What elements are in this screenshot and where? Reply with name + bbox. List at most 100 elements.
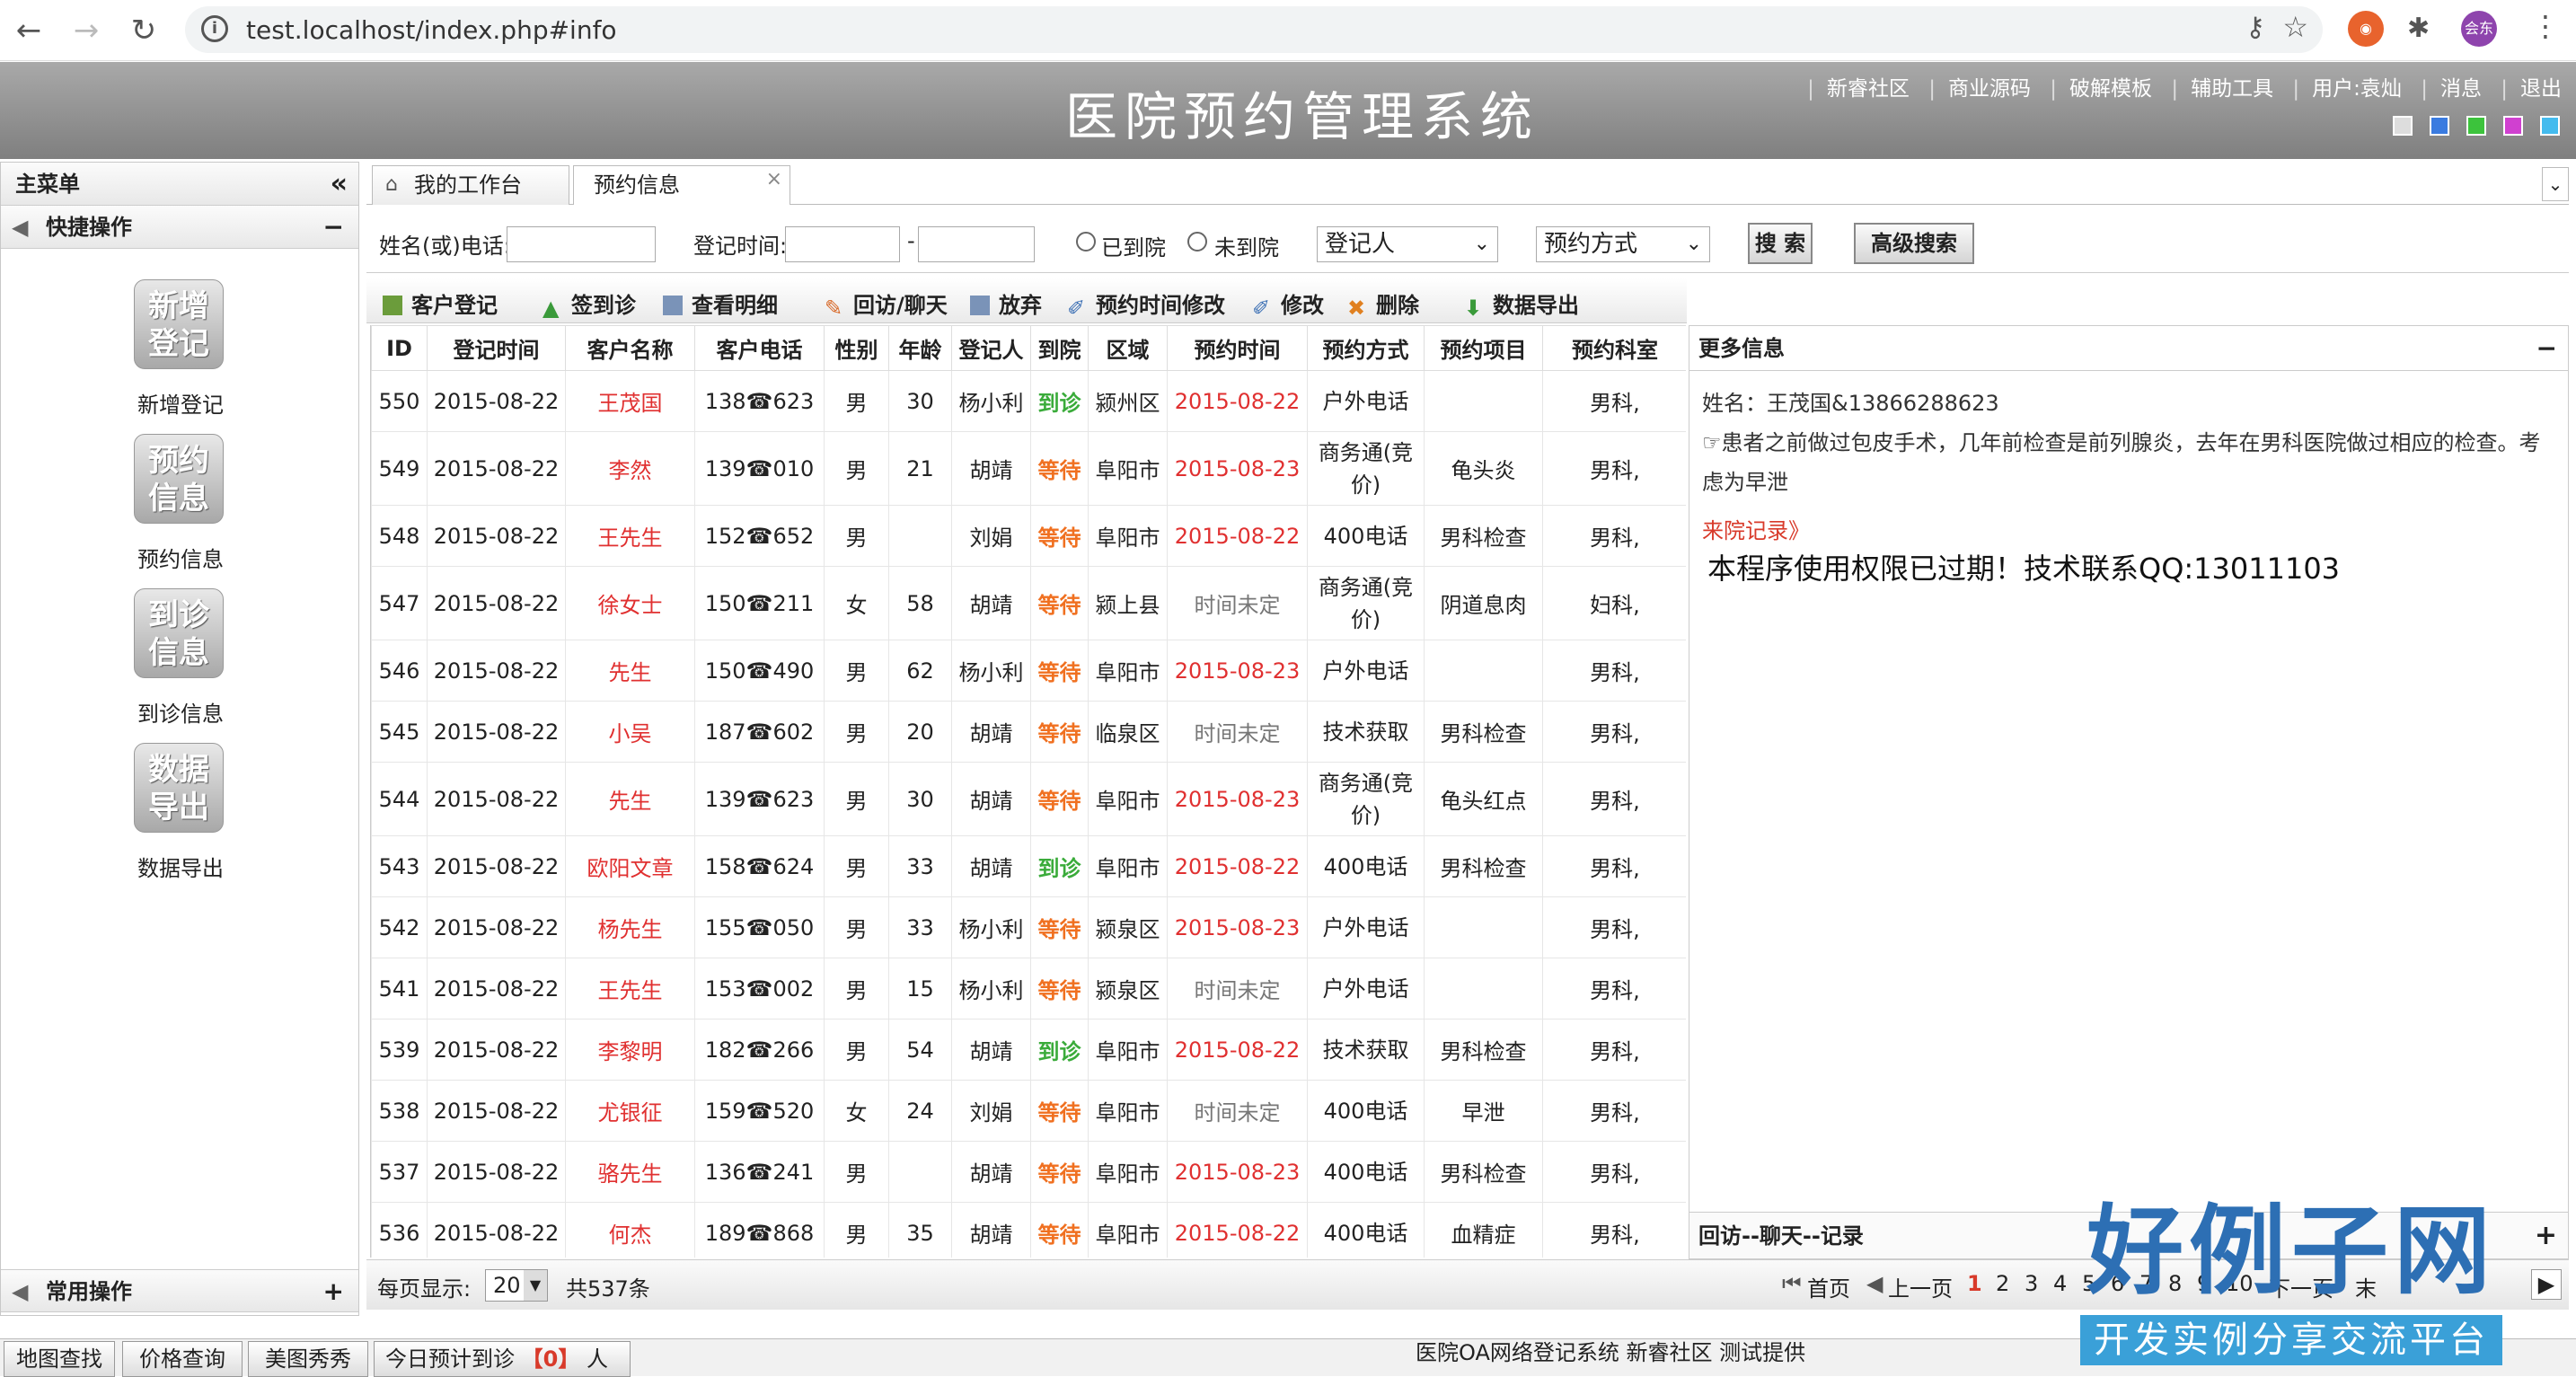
tab-appointment-info[interactable]: 预约信息 × <box>573 165 790 205</box>
table-row[interactable]: 548 2015-08-22 王先生 152☎652 男刘娟 等待 阜阳市 2015-08-2… <box>371 505 1686 567</box>
delete-action[interactable]: ✖ 删除 <box>1347 287 1419 321</box>
prev-page-icon[interactable]: ◀ <box>1866 1271 1883 1296</box>
table-row[interactable]: 541 2015-08-22 王先生 153☎002 男 15 杨小利 等待 颍泉区 时间未定 户外… <box>371 958 1686 1020</box>
table-row[interactable]: 549 2015-08-22 李然 139☎010 男 21 胡靖 等待 阜阳市 2015-08-… <box>371 431 1686 506</box>
follow-up-action[interactable]: ✎ 回访/聊天 <box>825 287 948 321</box>
menu-icon[interactable]: ⋮ <box>2531 9 2560 43</box>
table-row[interactable]: 550 2015-08-22 王茂国 138☎623 男 30 杨小利 到诊 颍州区 2015-0… <box>371 370 1686 432</box>
abandon-action[interactable]: 放弃 <box>970 287 1042 319</box>
avatar[interactable]: 会东 <box>2461 11 2497 47</box>
extension-icon[interactable]: ◉ <box>2348 11 2384 47</box>
prev-page-link[interactable]: 上一页 <box>1888 1271 1953 1302</box>
first-page-icon[interactable]: ⏮ <box>1782 1271 1802 1296</box>
page-2[interactable]: 2 <box>1996 1271 2009 1296</box>
check-in-action[interactable]: ▲ 签到诊 <box>543 287 636 321</box>
col-registrar[interactable]: 登记人 <box>951 325 1031 371</box>
common-ops-header[interactable]: ◀ 常用操作 + <box>1 1269 358 1312</box>
data-export-label[interactable]: 数据导出 <box>91 851 270 882</box>
col-region[interactable]: 区域 <box>1088 325 1168 371</box>
customer-register-action[interactable]: 客户登记 <box>383 287 498 319</box>
skin-purple[interactable] <box>2502 116 2523 136</box>
col-id[interactable]: ID <box>371 325 428 371</box>
table-row[interactable]: 536 2015-08-22 何杰 189☎868 男 35 胡靖 等待 阜阳市 2015-08-… <box>371 1202 1686 1258</box>
back-icon[interactable]: ← <box>7 9 50 52</box>
price-query-tab[interactable]: 价格查询 <box>122 1341 243 1377</box>
page-1[interactable]: 1 <box>1967 1271 1982 1296</box>
col-appt-time[interactable]: 预约时间 <box>1167 325 1308 371</box>
minus-icon[interactable]: − <box>323 206 344 249</box>
nav-source[interactable]: 商业源码 <box>1948 77 2031 101</box>
bookmark-star-icon[interactable]: ☆ <box>2282 10 2308 44</box>
site-info-icon[interactable]: i <box>201 15 228 42</box>
minus-icon[interactable]: − <box>2536 326 2557 371</box>
modify-action[interactable]: ✐ 修改 <box>1252 287 1324 321</box>
first-page-link[interactable]: 首页 <box>1807 1271 1850 1302</box>
meitu-tab[interactable]: 美图秀秀 <box>248 1341 368 1377</box>
visit-record-link[interactable]: 来院记录》 <box>1689 511 2568 551</box>
quick-ops-header[interactable]: ◀ 快捷操作 − <box>1 206 358 249</box>
nav-logout[interactable]: 退出 <box>2520 77 2562 101</box>
nav-community[interactable]: 新睿社区 <box>1827 77 1910 101</box>
reg-time-start-input[interactable] <box>785 226 900 262</box>
nav-messages[interactable]: 消息 <box>2440 77 2482 101</box>
arrival-info-button[interactable]: 到诊 信息 <box>134 588 224 678</box>
address-bar[interactable]: i test.localhost/index.php#info ⚷ ☆ <box>185 6 2323 53</box>
chevron-down-icon[interactable]: ⌄ <box>2542 167 2569 201</box>
skin-gray[interactable] <box>2392 116 2413 136</box>
appointment-info-label[interactable]: 预约信息 <box>91 542 270 573</box>
arrival-info-label[interactable]: 到诊信息 <box>91 696 270 728</box>
skin-green[interactable] <box>2466 116 2486 136</box>
table-row[interactable]: 542 2015-08-22 杨先生 155☎050 男 33 杨小利 等待 颍泉区 2015-0… <box>371 896 1686 958</box>
table-row[interactable]: 544 2015-08-22 先生 139☎623 男 30 胡靖 等待 阜阳市 2015-08-… <box>371 762 1686 836</box>
key-icon[interactable]: ⚷ <box>2245 12 2265 43</box>
reload-icon[interactable]: ↻ <box>122 9 165 52</box>
page-3[interactable]: 3 <box>2025 1271 2038 1296</box>
reg-time-end-input[interactable] <box>918 226 1035 262</box>
col-dept[interactable]: 预约科室 <box>1542 325 1686 371</box>
col-reg-time[interactable]: 登记时间 <box>427 325 566 371</box>
name-phone-input[interactable] <box>507 226 656 262</box>
table-row[interactable]: 547 2015-08-22 徐女士 150☎211 女 58 胡靖 等待 颍上县 时间未定 商务通… <box>371 566 1686 640</box>
forward-icon[interactable]: → <box>65 9 108 52</box>
map-search-tab[interactable]: 地图查找 <box>4 1341 115 1377</box>
search-button[interactable]: 搜 索 <box>1748 223 1813 264</box>
scroll-right-icon[interactable]: ▶ <box>2531 1269 2562 1300</box>
col-name[interactable]: 客户名称 <box>565 325 695 371</box>
col-method[interactable]: 预约方式 <box>1307 325 1425 371</box>
skin-blue[interactable] <box>2429 116 2449 136</box>
col-arrival[interactable]: 到院 <box>1030 325 1089 371</box>
view-detail-action[interactable]: 查看明细 <box>663 287 778 319</box>
col-phone[interactable]: 客户电话 <box>694 325 825 371</box>
page-4[interactable]: 4 <box>2053 1271 2067 1296</box>
per-page-select[interactable]: 20 ▼ <box>485 1269 548 1302</box>
registrar-select[interactable]: 登记人 ⌄ <box>1317 226 1498 262</box>
method-select[interactable]: 预约方式 ⌄ <box>1536 226 1710 262</box>
table-row[interactable]: 543 2015-08-22 欧阳文章 158☎624 男 33 胡靖 到诊 阜阳市 2015-0… <box>371 835 1686 897</box>
table-row[interactable]: 545 2015-08-22 小吴 187☎602 男 20 胡靖 等待 临泉区 时间未定 技术获取… <box>371 701 1686 763</box>
skin-cyan[interactable] <box>2540 116 2560 136</box>
tab-workbench[interactable]: ⌂ 我的工作台 <box>372 165 569 205</box>
collapse-icon[interactable]: « <box>331 163 348 206</box>
today-expected-tab[interactable]: 今日预计到诊 【0】 人 <box>374 1341 631 1377</box>
edit-time-action[interactable]: ✐ 预约时间修改 <box>1067 287 1225 321</box>
nav-user[interactable]: 用户:袁灿 <box>2312 77 2402 101</box>
table-row[interactable]: 538 2015-08-22 尤银征 159☎520 女 24 刘娟 等待 阜阳市 时间未定 400… <box>371 1080 1686 1142</box>
table-row[interactable]: 546 2015-08-22 先生 150☎490 男 62 杨小利 等待 阜阳市 2015-08… <box>371 640 1686 702</box>
not-arrived-radio[interactable] <box>1187 232 1207 252</box>
col-gender[interactable]: 性别 <box>824 325 889 371</box>
col-age[interactable]: 年龄 <box>888 325 952 371</box>
close-icon[interactable]: × <box>766 161 782 199</box>
nav-tools[interactable]: 辅助工具 <box>2191 77 2273 101</box>
table-row[interactable]: 537 2015-08-22 骆先生 136☎241 男胡靖 等待 阜阳市 2015-08-2… <box>371 1141 1686 1203</box>
nav-templates[interactable]: 破解模板 <box>2069 77 2152 101</box>
col-project[interactable]: 预约项目 <box>1424 325 1543 371</box>
arrived-radio[interactable] <box>1076 232 1096 252</box>
plus-icon[interactable]: + <box>323 1270 344 1313</box>
data-export-button[interactable]: 数据 导出 <box>134 743 224 833</box>
puzzle-icon[interactable]: ✱ <box>2407 13 2430 44</box>
export-action[interactable]: ⬇ 数据导出 <box>1464 287 1579 321</box>
table-row[interactable]: 539 2015-08-22 李黎明 182☎266 男 54 胡靖 到诊 阜阳市 2015-08… <box>371 1019 1686 1081</box>
new-register-label[interactable]: 新增登记 <box>91 387 270 419</box>
plus-icon[interactable]: + <box>2535 1213 2557 1259</box>
advanced-search-button[interactable]: 高级搜索 <box>1854 223 1974 264</box>
